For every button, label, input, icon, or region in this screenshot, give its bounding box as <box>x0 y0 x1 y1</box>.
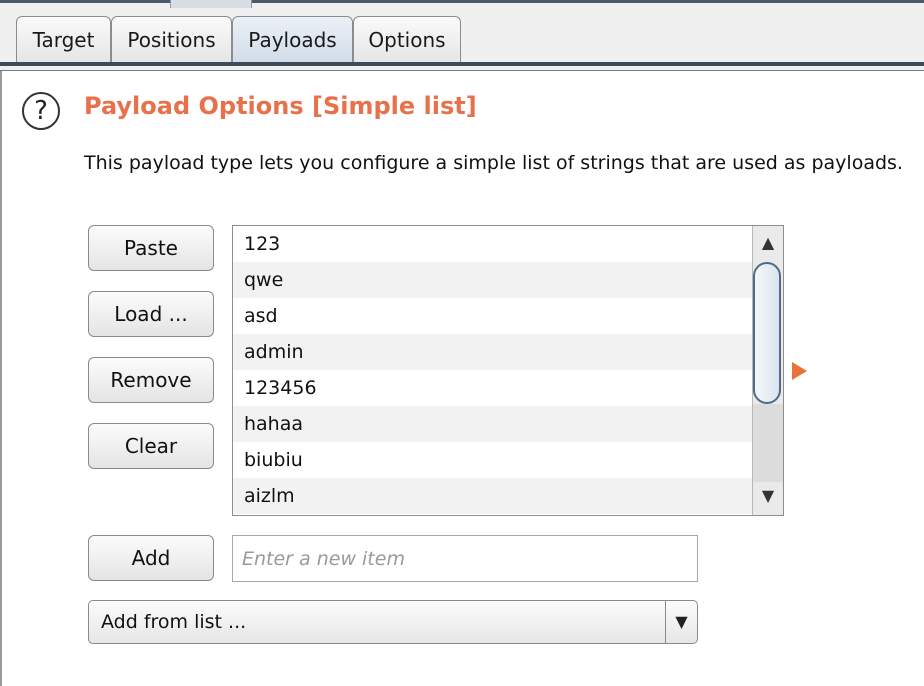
load-button[interactable]: Load ... <box>88 291 214 337</box>
list-item[interactable]: 123456 <box>233 370 752 406</box>
window-top-strip <box>0 0 924 10</box>
paste-button[interactable]: Paste <box>88 225 214 271</box>
list-item[interactable]: 123 <box>233 226 752 262</box>
tab-bar-divider <box>0 62 924 66</box>
new-item-input[interactable] <box>232 535 698 582</box>
clear-button[interactable]: Clear <box>88 423 214 469</box>
section-description: This payload type lets you configure a s… <box>84 152 903 174</box>
tab-options[interactable]: Options <box>353 16 461 62</box>
add-from-list-dropdown[interactable]: Add from list ... ▼ <box>88 600 698 644</box>
list-item[interactable]: qwe <box>233 262 752 298</box>
list-item[interactable]: admin <box>233 334 752 370</box>
list-item[interactable]: asd <box>233 298 752 334</box>
list-scrollbar[interactable]: ▲ ▼ <box>752 226 783 515</box>
list-item[interactable]: biubiu <box>233 442 752 478</box>
tab-positions[interactable]: Positions <box>111 16 232 62</box>
payload-list[interactable]: 123 qwe asd admin 123456 hahaa biubiu ai… <box>232 225 784 516</box>
tab-target[interactable]: Target <box>16 16 111 62</box>
scroll-down-arrow-icon[interactable]: ▼ <box>753 481 783 511</box>
add-from-list-selected: Add from list ... <box>101 611 247 633</box>
tab-payloads[interactable]: Payloads <box>232 16 353 62</box>
scroll-thumb[interactable] <box>753 262 781 404</box>
parent-tab-edge[interactable] <box>170 0 252 8</box>
scroll-up-arrow-icon[interactable]: ▲ <box>753 228 783 258</box>
expand-arrow-icon[interactable] <box>792 362 807 380</box>
add-button[interactable]: Add <box>88 535 214 581</box>
list-item[interactable]: hahaa <box>233 406 752 442</box>
remove-button[interactable]: Remove <box>88 357 214 403</box>
list-item[interactable]: aizlm <box>233 478 752 514</box>
help-icon[interactable]: ? <box>22 92 60 130</box>
chevron-down-icon[interactable]: ▼ <box>666 601 697 643</box>
section-title: Payload Options [Simple list] <box>84 92 477 120</box>
scroll-track[interactable] <box>753 404 783 482</box>
window-top-border <box>0 0 924 3</box>
